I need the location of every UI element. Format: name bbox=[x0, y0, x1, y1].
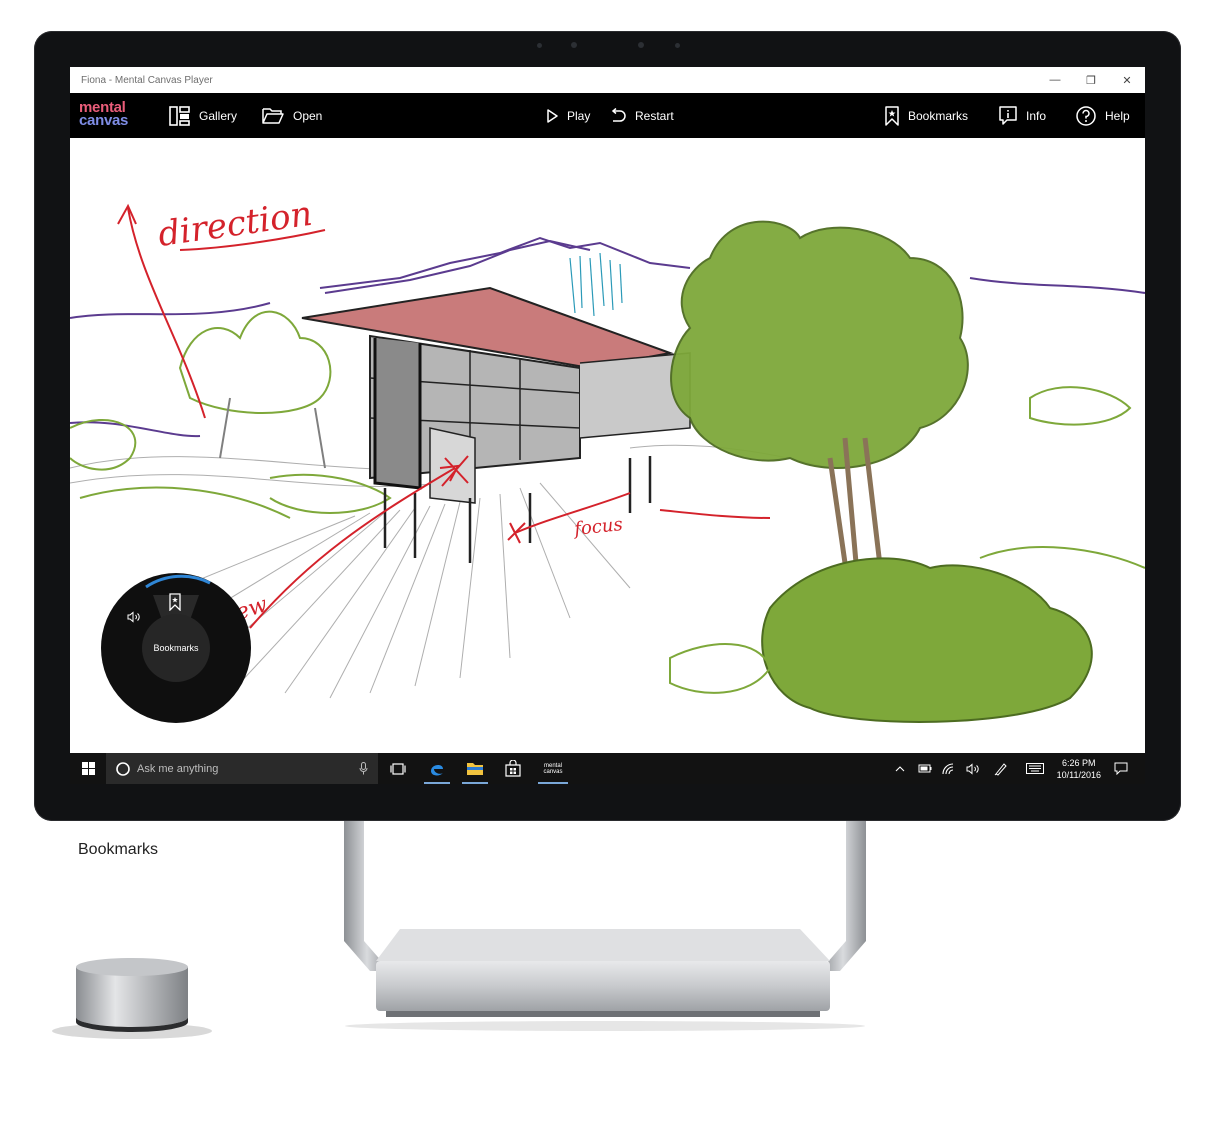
play-button[interactable]: Play bbox=[546, 93, 590, 138]
bookmark-icon[interactable] bbox=[169, 593, 181, 611]
file-explorer-taskbar-button[interactable] bbox=[458, 753, 492, 784]
speaker-icon bbox=[966, 762, 979, 775]
pavilion-building bbox=[301, 286, 691, 563]
notification-icon bbox=[1114, 762, 1128, 775]
window-title: Fiona - Mental Canvas Player bbox=[81, 75, 213, 86]
keyboard-icon bbox=[1026, 763, 1044, 774]
app-toolbar: mental canvas Gallery Open Play Restart … bbox=[70, 93, 1145, 138]
restart-button[interactable]: Restart bbox=[610, 93, 674, 138]
camera-lens bbox=[571, 42, 577, 48]
info-button[interactable]: Info bbox=[999, 93, 1046, 138]
volume-tray-button[interactable] bbox=[962, 753, 984, 784]
chevron-up-icon bbox=[895, 765, 905, 771]
help-button[interactable]: Help bbox=[1076, 93, 1130, 138]
info-label: Info bbox=[1026, 108, 1047, 123]
left-tree-trunks bbox=[219, 397, 326, 469]
open-label: Open bbox=[293, 108, 323, 123]
edge-icon bbox=[431, 764, 443, 775]
surface-studio-monitor: Fiona - Mental Canvas Player — ❐ ✕ menta… bbox=[34, 31, 1181, 821]
gallery-icon bbox=[169, 105, 190, 126]
folder-open-icon bbox=[262, 107, 284, 124]
window-title-bar: Fiona - Mental Canvas Player — ❐ ✕ bbox=[70, 67, 1145, 93]
active-app-indicator bbox=[538, 782, 568, 784]
play-label: Play bbox=[567, 108, 591, 123]
touch-keyboard-button[interactable] bbox=[1022, 753, 1048, 784]
windows-taskbar: Ask me anything mental canvas 6:26 PM 10… bbox=[70, 753, 1145, 784]
gallery-label: Gallery bbox=[199, 108, 238, 123]
taskbar-clock[interactable]: 6:26 PM 10/11/2016 bbox=[1057, 757, 1101, 781]
file-explorer-icon bbox=[467, 763, 483, 775]
close-button[interactable]: ✕ bbox=[1109, 67, 1145, 93]
maximize-button[interactable]: ❐ bbox=[1073, 67, 1109, 93]
mental-canvas-taskbar-button[interactable]: mental canvas bbox=[534, 753, 572, 784]
restart-icon bbox=[611, 107, 626, 122]
logo-line-2: canvas bbox=[79, 112, 129, 129]
battery-tray-button[interactable] bbox=[914, 753, 936, 784]
help-label: Help bbox=[1105, 108, 1130, 123]
open-button[interactable]: Open bbox=[262, 93, 322, 138]
clock-time: 6:26 PM bbox=[1062, 758, 1096, 768]
dial-center-label: Bookmarks bbox=[142, 614, 210, 682]
blue-hatching bbox=[569, 252, 623, 317]
battery-icon bbox=[918, 764, 932, 773]
camera-ir bbox=[638, 42, 644, 48]
pen-tray-button[interactable] bbox=[990, 753, 1012, 784]
mental-canvas-logo: mental canvas bbox=[79, 100, 129, 129]
cortana-search-box[interactable]: Ask me anything bbox=[106, 753, 378, 784]
active-app-indicator bbox=[424, 782, 450, 784]
edge-taskbar-button[interactable] bbox=[420, 753, 454, 784]
screen: Fiona - Mental Canvas Player — ❐ ✕ menta… bbox=[70, 67, 1145, 784]
gallery-button[interactable]: Gallery bbox=[169, 93, 237, 138]
minimize-button[interactable]: — bbox=[1037, 67, 1073, 93]
search-placeholder: Ask me anything bbox=[137, 762, 219, 775]
cortana-icon bbox=[116, 761, 130, 776]
feature-caption: Bookmarks bbox=[78, 841, 159, 858]
wifi-tray-button[interactable] bbox=[938, 753, 960, 784]
left-trees bbox=[70, 310, 392, 514]
camera-sensor-right bbox=[675, 43, 680, 48]
pen-icon bbox=[994, 762, 1007, 776]
bookmarks-button[interactable]: Bookmarks bbox=[885, 93, 968, 138]
bookmarks-label: Bookmarks bbox=[908, 108, 969, 123]
active-app-indicator bbox=[462, 782, 488, 784]
volume-icon[interactable] bbox=[127, 611, 141, 623]
window-controls: — ❐ ✕ bbox=[1037, 67, 1145, 93]
restart-label: Restart bbox=[635, 108, 674, 123]
microphone-icon[interactable] bbox=[359, 762, 368, 775]
info-icon bbox=[999, 106, 1017, 125]
store-icon bbox=[505, 760, 521, 777]
help-icon bbox=[1076, 105, 1096, 126]
annotation-focus: focus bbox=[571, 514, 623, 540]
camera-sensor bbox=[537, 43, 542, 48]
monitor-stand bbox=[344, 821, 866, 1031]
show-hidden-icons-button[interactable] bbox=[890, 753, 910, 784]
mental-canvas-app-icon: mental canvas bbox=[543, 762, 563, 775]
bookmark-icon bbox=[885, 105, 899, 126]
store-taskbar-button[interactable] bbox=[496, 753, 530, 784]
wifi-icon bbox=[942, 762, 954, 774]
task-view-button[interactable] bbox=[382, 753, 414, 784]
windows-logo-icon bbox=[81, 762, 95, 775]
clock-date: 10/11/2016 bbox=[1056, 770, 1101, 780]
start-button[interactable] bbox=[70, 753, 106, 784]
play-icon bbox=[547, 108, 558, 123]
surface-dial-device bbox=[52, 958, 212, 1039]
large-tree bbox=[670, 220, 969, 609]
task-view-icon bbox=[390, 762, 406, 775]
action-center-button[interactable] bbox=[1108, 753, 1134, 784]
surface-dial-menu[interactable]: Bookmarks bbox=[101, 573, 251, 723]
